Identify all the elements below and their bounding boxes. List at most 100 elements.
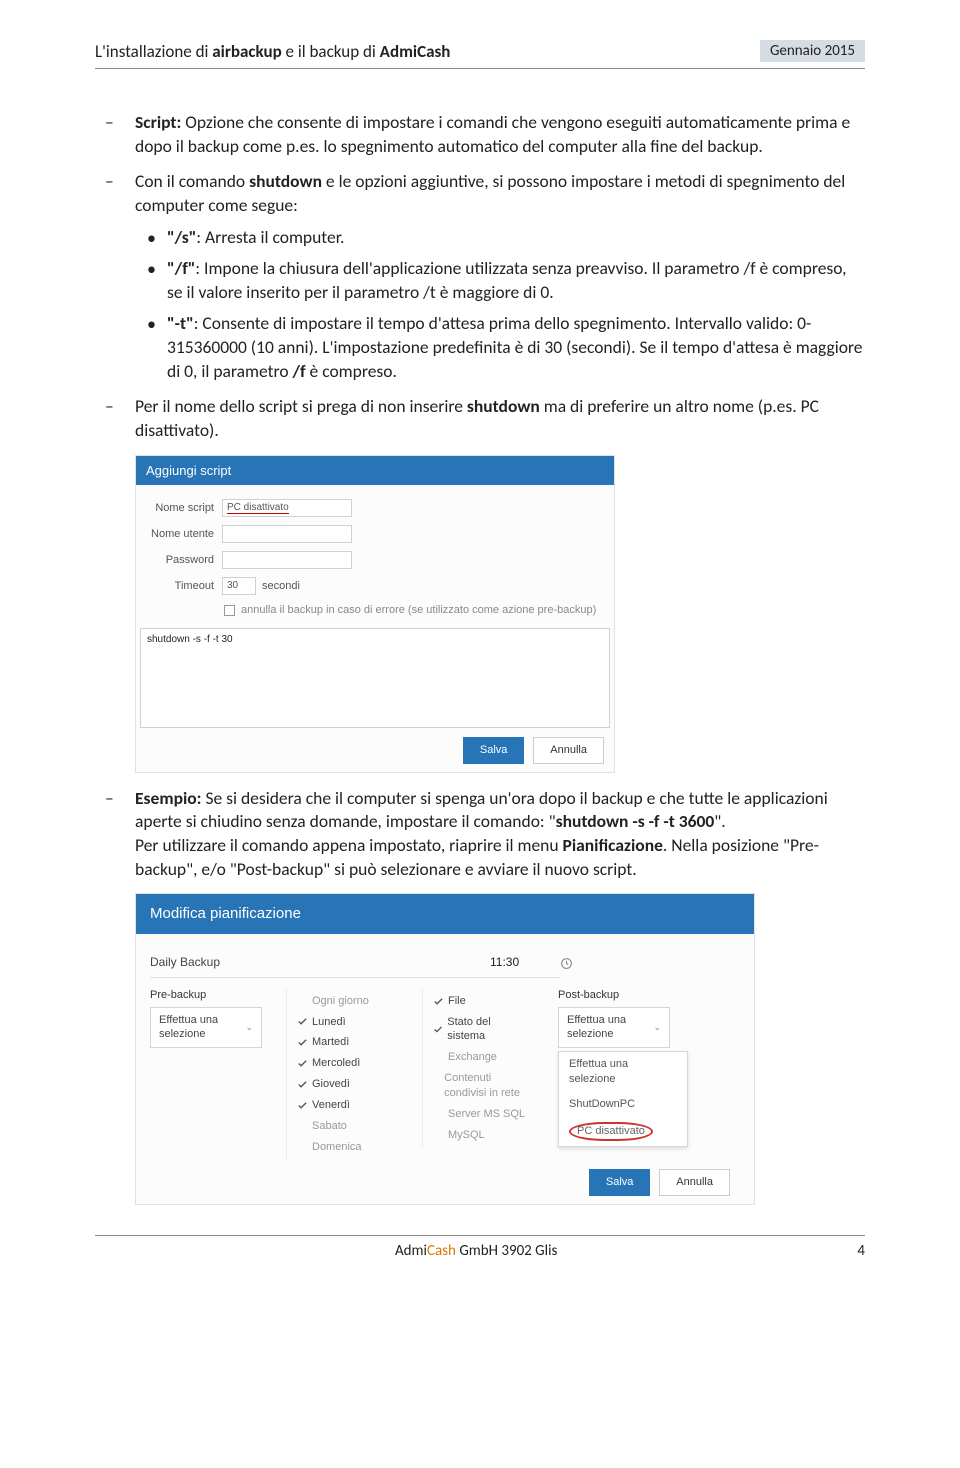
hdr-b1: airbackup <box>212 41 281 62</box>
header-title: L'installazione di airbackup e il backup… <box>95 41 450 62</box>
script-label: Script: <box>135 111 185 133</box>
esempio-b3: Pianificazione <box>563 834 663 856</box>
type-item[interactable]: Exchange <box>433 1047 526 1068</box>
footer-center: AdmiCash GmbH 3902 Glis <box>95 1242 857 1260</box>
input-time[interactable]: 11:30 <box>490 948 560 977</box>
label-nome-script: Nome script <box>150 501 222 516</box>
item-naming: Per il nome dello script si prega di non… <box>95 395 865 442</box>
row-user: Nome utente <box>136 521 614 547</box>
opt-f-flag: "/f" <box>167 257 195 279</box>
col-days: Ogni giornoLunedìMartedìMercoledìGiovedì… <box>286 988 398 1161</box>
item-esempio: Esempio: Se si desidera che il computer … <box>95 787 865 882</box>
unit-timeout: secondi <box>262 579 300 594</box>
day-item[interactable]: Lunedì <box>297 1012 390 1033</box>
day-item[interactable]: Domenica <box>297 1137 390 1158</box>
screenshot-modifica-pianificazione: Modifica pianificazione Daily Backup 11:… <box>135 893 755 1205</box>
col-prebackup: Pre-backup Effettua una selezione ⌄ <box>150 988 262 1161</box>
day-item[interactable]: Venerdì <box>297 1095 390 1116</box>
type-item[interactable]: Stato del sistema <box>433 1012 526 1048</box>
footer-page: 4 <box>857 1242 865 1260</box>
row-name: Nome script PC disattivato <box>136 495 614 521</box>
script-text: Opzione che consente di impostare i coma… <box>135 111 850 157</box>
day-item[interactable]: Ogni giorno <box>297 991 390 1012</box>
dialog2-title: Modifica pianificazione <box>136 894 754 934</box>
days-list: Ogni giornoLunedìMartedìMercoledìGiovedì… <box>286 988 398 1161</box>
esempio-p3: Per utilizzare il comando appena imposta… <box>135 834 563 856</box>
item-script: Script: Opzione che consente di impostar… <box>95 111 865 158</box>
label-prebackup: Pre-backup <box>150 988 262 1003</box>
naming-b: shutdown <box>467 395 540 417</box>
input-plan-name[interactable]: Daily Backup <box>150 948 490 977</box>
opt-f: "/f": Impone la chiusura dell'applicazio… <box>135 257 865 304</box>
label-postbackup: Post-backup <box>558 988 688 1003</box>
ftr-rest: GmbH 3902 Glis <box>456 1242 557 1260</box>
dropdown-item-pcdisattivato[interactable]: PC disattivato <box>559 1117 687 1146</box>
type-item[interactable]: File <box>433 991 526 1012</box>
header-date: Gennaio 2015 <box>760 40 865 62</box>
select-postbackup[interactable]: Effettua una selezione ⌄ <box>558 1007 670 1049</box>
esempio-b1: Esempio: <box>135 787 205 809</box>
type-item[interactable]: Server MS SQL <box>433 1104 526 1125</box>
label-cancel-on-error: annulla il backup in caso di errore (se … <box>241 603 596 618</box>
row-daily: Daily Backup 11:30 <box>150 948 740 977</box>
col-postbackup: Post-backup Effettua una selezione ⌄ Eff… <box>558 988 688 1161</box>
page-header: L'installazione di airbackup e il backup… <box>95 40 865 66</box>
day-item[interactable]: Sabato <box>297 1116 390 1137</box>
dropdown-item-shutdownpc[interactable]: ShutDownPC <box>559 1092 687 1117</box>
select-postbackup-value: Effettua una selezione <box>567 1013 653 1043</box>
input-timeout[interactable]: 30 <box>222 577 256 595</box>
row-timeout: Timeout 30 secondi <box>136 573 614 599</box>
chevron-down-icon: ⌄ <box>245 1021 253 1033</box>
value-nome-script: PC disattivato <box>227 502 289 514</box>
esempio-p2: ". <box>714 810 725 832</box>
dialog-title: Aggiungi script <box>136 456 614 486</box>
item-shutdown: Con il comando shutdown e le opzioni agg… <box>95 170 865 383</box>
opt-f-rest: : Impone la chiusura dell'applicazione u… <box>167 257 847 303</box>
row-password: Password <box>136 547 614 573</box>
opt-t-p1: : Consente di impostare il tempo d'attes… <box>167 312 863 381</box>
day-item[interactable]: Giovedì <box>297 1074 390 1095</box>
dropdown-postbackup: Effettua una selezione ShutDownPC PC dis… <box>558 1051 688 1146</box>
opt-s-flag: "/s" <box>167 226 196 248</box>
hdr-pre: L'installazione di <box>95 41 212 62</box>
hdr-b2: AdmiCash <box>380 41 451 62</box>
hdr-mid: e il backup di <box>282 41 380 62</box>
opt-s: "/s": Arresta il computer. <box>135 226 865 250</box>
opt-t-p2: è compreso. <box>306 360 397 382</box>
shutdown-b: shutdown <box>249 170 322 192</box>
naming-p1: Per il nome dello script si prega di non… <box>135 395 467 417</box>
opt-t: "-t": Consente di impostare il tempo d'a… <box>135 312 865 383</box>
textarea-script[interactable]: shutdown -s -f -t 30 <box>140 628 610 728</box>
ftr-cash: Cash <box>427 1242 456 1260</box>
cancel-button[interactable]: Annulla <box>533 737 604 764</box>
checkbox-cancel-on-error[interactable] <box>224 605 235 616</box>
select-prebackup-value: Effettua una selezione <box>159 1013 245 1043</box>
chevron-down-icon: ⌄ <box>653 1021 661 1033</box>
dialog-buttons: Salva Annulla <box>136 728 614 772</box>
save-button[interactable]: Salva <box>463 737 525 764</box>
opt-t-flag: "-t" <box>167 312 194 334</box>
select-prebackup[interactable]: Effettua una selezione ⌄ <box>150 1007 262 1049</box>
ftr-admi: Admi <box>395 1242 427 1260</box>
shutdown-p1: Con il comando <box>135 170 249 192</box>
dropdown-item-none[interactable]: Effettua una selezione <box>559 1052 687 1092</box>
col-types: FileStato del sistemaExchangeContenuti c… <box>422 988 534 1161</box>
input-password[interactable] <box>222 551 352 569</box>
input-nome-script[interactable]: PC disattivato <box>222 499 352 517</box>
page-footer: AdmiCash GmbH 3902 Glis 4 <box>95 1236 865 1260</box>
type-item[interactable]: Contenuti condivisi in rete <box>433 1068 526 1104</box>
dialog2-buttons: Salva Annulla <box>150 1160 740 1204</box>
day-item[interactable]: Mercoledì <box>297 1053 390 1074</box>
esempio-b2: shutdown -s -f -t 3600 <box>556 810 715 832</box>
day-item[interactable]: Martedì <box>297 1032 390 1053</box>
screenshot-aggiungi-script: Aggiungi script Nome script PC disattiva… <box>135 455 615 773</box>
type-item[interactable]: MySQL <box>433 1125 526 1146</box>
types-list: FileStato del sistemaExchangeContenuti c… <box>422 988 534 1149</box>
circled-highlight-icon: PC disattivato <box>569 1122 653 1141</box>
input-nome-utente[interactable] <box>222 525 352 543</box>
label-nome-utente: Nome utente <box>150 527 222 542</box>
save-button[interactable]: Salva <box>589 1169 651 1196</box>
cancel-button[interactable]: Annulla <box>659 1169 730 1196</box>
label-password: Password <box>150 553 222 568</box>
label-timeout: Timeout <box>150 579 222 594</box>
